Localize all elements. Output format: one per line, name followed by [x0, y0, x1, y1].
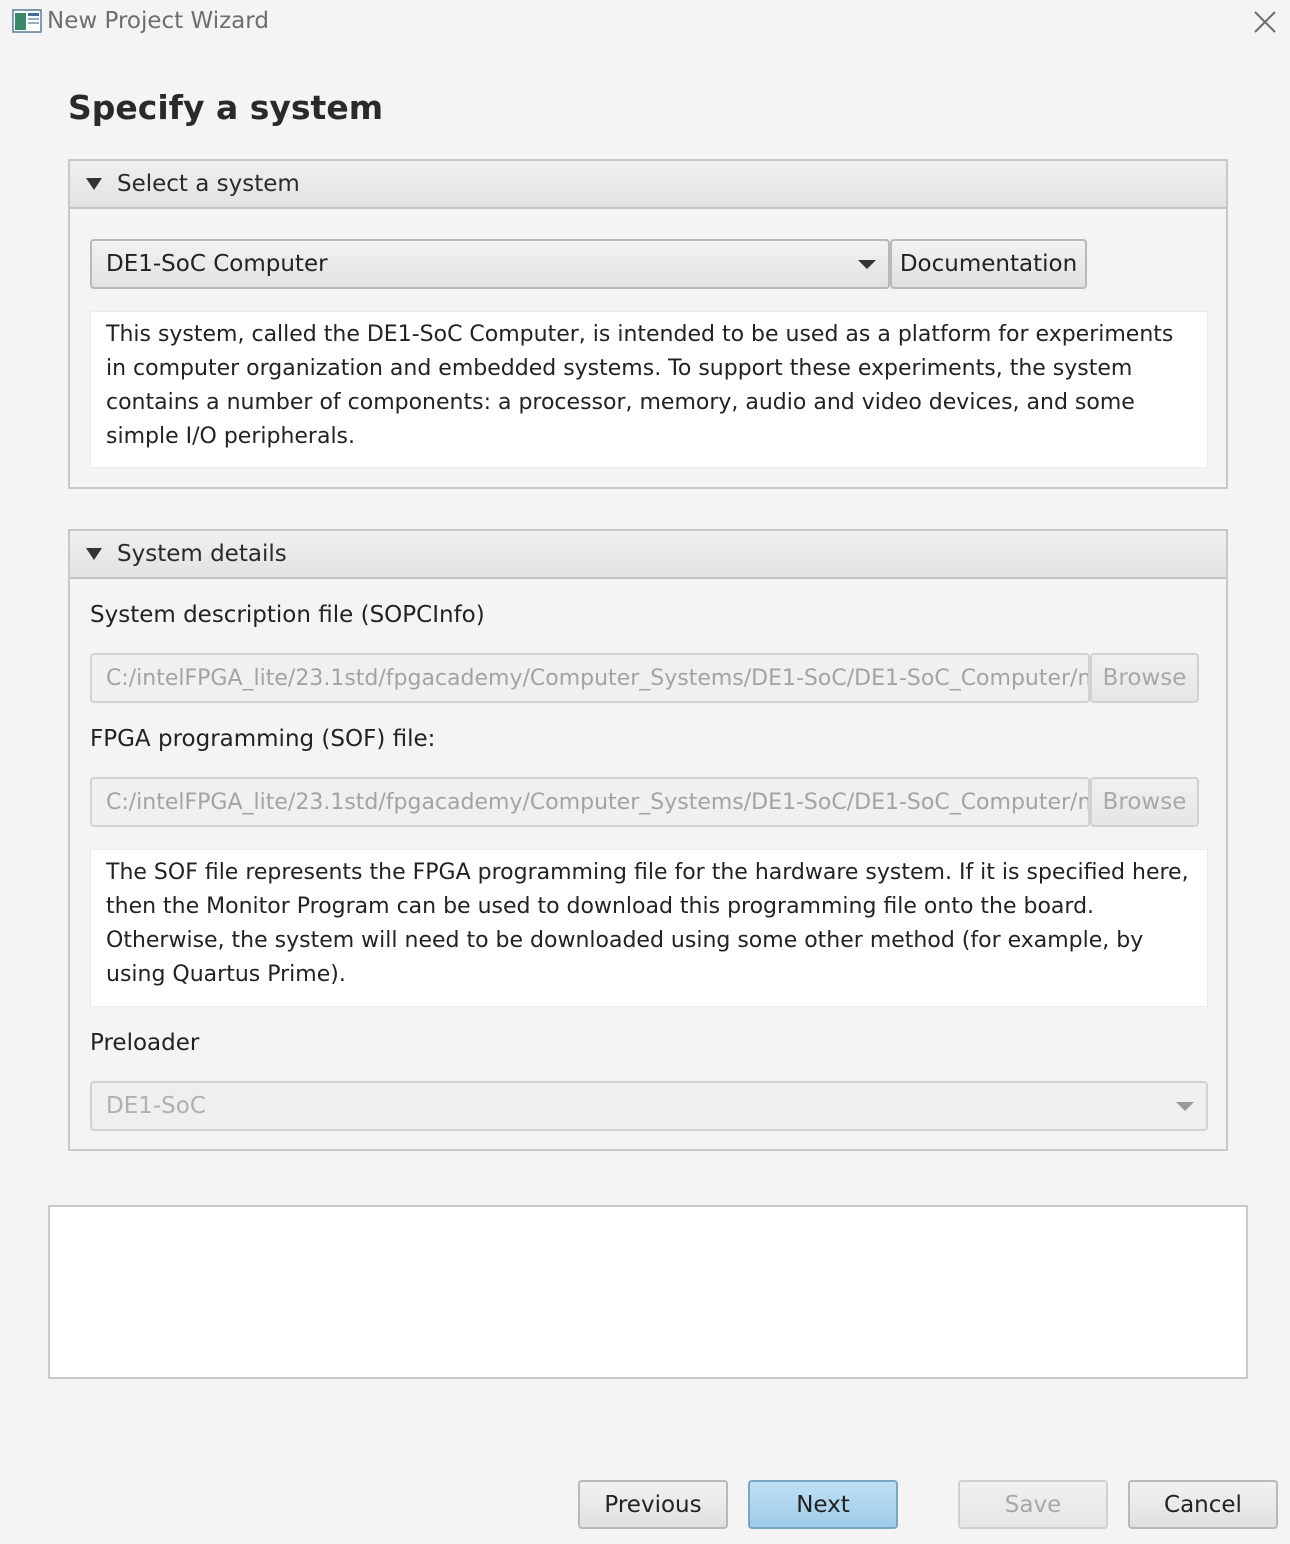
- next-button[interactable]: Next: [748, 1480, 898, 1529]
- sof-file-field[interactable]: C:/intelFPGA_lite/23.1std/fpgacademy/Com…: [90, 777, 1090, 827]
- cancel-button[interactable]: Cancel: [1128, 1480, 1278, 1529]
- previous-button[interactable]: Previous: [578, 1480, 728, 1529]
- app-window-icon: [12, 9, 42, 33]
- chevron-down-icon: [1176, 1102, 1194, 1111]
- triangle-down-icon: [86, 178, 102, 190]
- message-area: [48, 1205, 1248, 1379]
- sopc-label: System description file (SOPCInfo): [90, 602, 485, 628]
- chevron-down-icon: [858, 260, 876, 269]
- system-details-header[interactable]: System details: [70, 531, 1226, 579]
- window-title: New Project Wizard: [47, 8, 269, 34]
- sof-browse-button[interactable]: Browse: [1090, 777, 1199, 827]
- preloader-select-value: DE1-SoC: [106, 1093, 206, 1119]
- system-select-value: DE1-SoC Computer: [106, 251, 328, 277]
- documentation-button[interactable]: Documentation: [890, 239, 1087, 289]
- sof-description: The SOF file represents the FPGA program…: [90, 849, 1208, 1007]
- select-system-header[interactable]: Select a system: [70, 161, 1226, 209]
- sopc-file-field[interactable]: C:/intelFPGA_lite/23.1std/fpgacademy/Com…: [90, 653, 1090, 703]
- save-button[interactable]: Save: [958, 1480, 1108, 1529]
- close-icon[interactable]: [1250, 7, 1280, 37]
- system-details-title: System details: [117, 541, 287, 567]
- system-select[interactable]: DE1-SoC Computer: [90, 239, 890, 289]
- sopc-browse-button[interactable]: Browse: [1090, 653, 1199, 703]
- triangle-down-icon: [86, 548, 102, 560]
- preloader-label: Preloader: [90, 1030, 200, 1056]
- select-system-title: Select a system: [117, 171, 300, 197]
- title-bar: New Project Wizard: [0, 0, 1290, 44]
- preloader-select[interactable]: DE1-SoC: [90, 1081, 1208, 1131]
- sof-label: FPGA programming (SOF) file:: [90, 726, 436, 752]
- select-system-pane: Select a system DE1-SoC Computer Documen…: [68, 159, 1228, 489]
- page-title: Specify a system: [68, 88, 384, 127]
- system-description: This system, called the DE1-SoC Computer…: [90, 311, 1208, 468]
- system-details-pane: System details System description file (…: [68, 529, 1228, 1151]
